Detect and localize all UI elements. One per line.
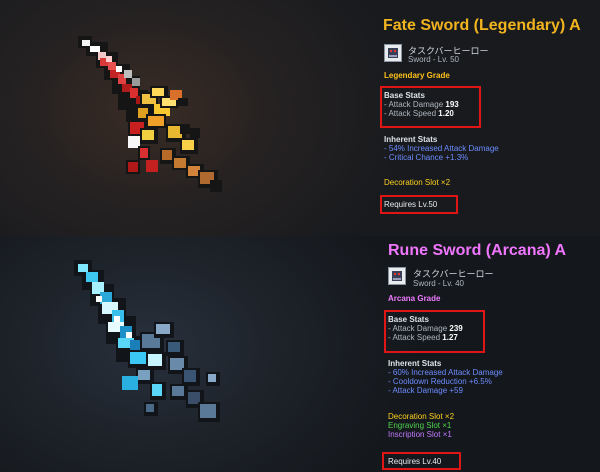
inherent-stat-line: - 54% Increased Attack Damage xyxy=(384,144,499,153)
item-card-rune-sword: Rune Sword (Arcana) A タスクバーヒーロー Sword - … xyxy=(0,236,600,472)
grade-label: Legendary Grade xyxy=(384,71,450,80)
engraving-slot: Engraving Slot ×1 xyxy=(388,421,452,430)
base-stats-highlight xyxy=(384,310,485,353)
base-stats-highlight xyxy=(380,86,481,128)
inherent-stat-line: - Attack Damage +59 xyxy=(388,386,463,395)
inherent-stats-heading: Inherent Stats xyxy=(388,359,442,368)
inherent-stat-line: - Critical Chance +1.3% xyxy=(384,153,469,162)
item-title: Fate Sword (Legendary) A xyxy=(383,17,581,34)
inscription-slot: Inscription Slot ×1 xyxy=(388,430,452,439)
decoration-slot: Decoration Slot ×2 xyxy=(384,178,451,187)
fate-sword-sprite xyxy=(78,36,222,192)
requires-highlight xyxy=(380,195,458,214)
item-type-level: Sword - Lv. 40 xyxy=(413,279,464,288)
inherent-stats-heading: Inherent Stats xyxy=(384,135,438,144)
rune-sword-sprite xyxy=(74,260,220,422)
requires-highlight xyxy=(382,452,461,470)
grade-label: Arcana Grade xyxy=(388,294,441,303)
hero-avatar-icon xyxy=(388,267,406,285)
hero-avatar-icon xyxy=(384,44,402,62)
inherent-stats: Inherent Stats - 54% Increased Attack Da… xyxy=(384,135,499,162)
item-card-fate-sword: Fate Sword (Legendary) A タスクバーヒーロー Sword… xyxy=(0,0,600,236)
item-type-level: Sword - Lv. 50 xyxy=(408,55,459,64)
slots: Decoration Slot ×2 Engraving Slot ×1 Ins… xyxy=(388,412,454,439)
inherent-stat-line: - 60% Increased Attack Damage xyxy=(388,368,503,377)
decoration-slot: Decoration Slot ×2 xyxy=(388,412,455,421)
item-title: Rune Sword (Arcana) A xyxy=(388,242,567,259)
inherent-stats: Inherent Stats - 60% Increased Attack Da… xyxy=(388,359,503,395)
inherent-stat-line: - Cooldown Reduction +6.5% xyxy=(388,377,492,386)
